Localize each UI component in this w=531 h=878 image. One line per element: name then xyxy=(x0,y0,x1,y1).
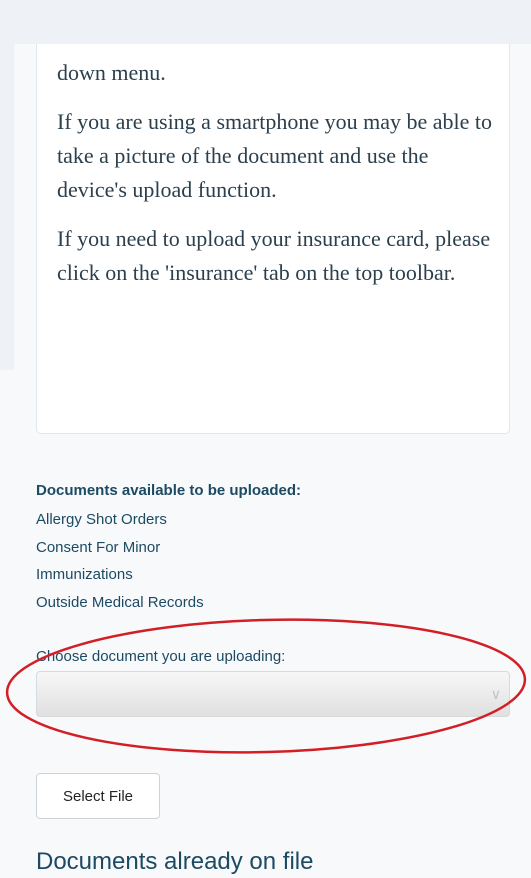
documents-available-heading: Documents available to be uploaded: xyxy=(36,482,302,499)
left-panel-background xyxy=(0,44,14,370)
header-background xyxy=(0,0,531,44)
select-file-button[interactable]: Select File xyxy=(36,773,160,819)
instructions-paragraph: If you are using a smartphone you may be… xyxy=(57,109,492,202)
instructions-paragraph: down menu. xyxy=(57,60,166,85)
instructions-card: down menu. If you are using a smartphone… xyxy=(36,44,510,434)
instructions-paragraph: If you need to upload your insurance car… xyxy=(57,226,491,285)
documents-available-list: Allergy Shot Orders Consent For Minor Im… xyxy=(36,506,516,616)
list-item: Allergy Shot Orders xyxy=(36,511,167,528)
list-item: Outside Medical Records xyxy=(36,593,204,611)
documents-on-file-heading: Documents already on file xyxy=(36,848,314,875)
documents-available-section: Documents available to be uploaded: Alle… xyxy=(36,480,516,616)
chevron-down-icon: ∨ xyxy=(490,686,501,702)
document-type-select[interactable]: ∨ xyxy=(36,671,510,717)
choose-document-label: Choose document you are uploading: xyxy=(36,648,286,665)
list-item: Consent For Minor xyxy=(36,538,161,556)
list-item: Immunizations xyxy=(36,566,133,583)
